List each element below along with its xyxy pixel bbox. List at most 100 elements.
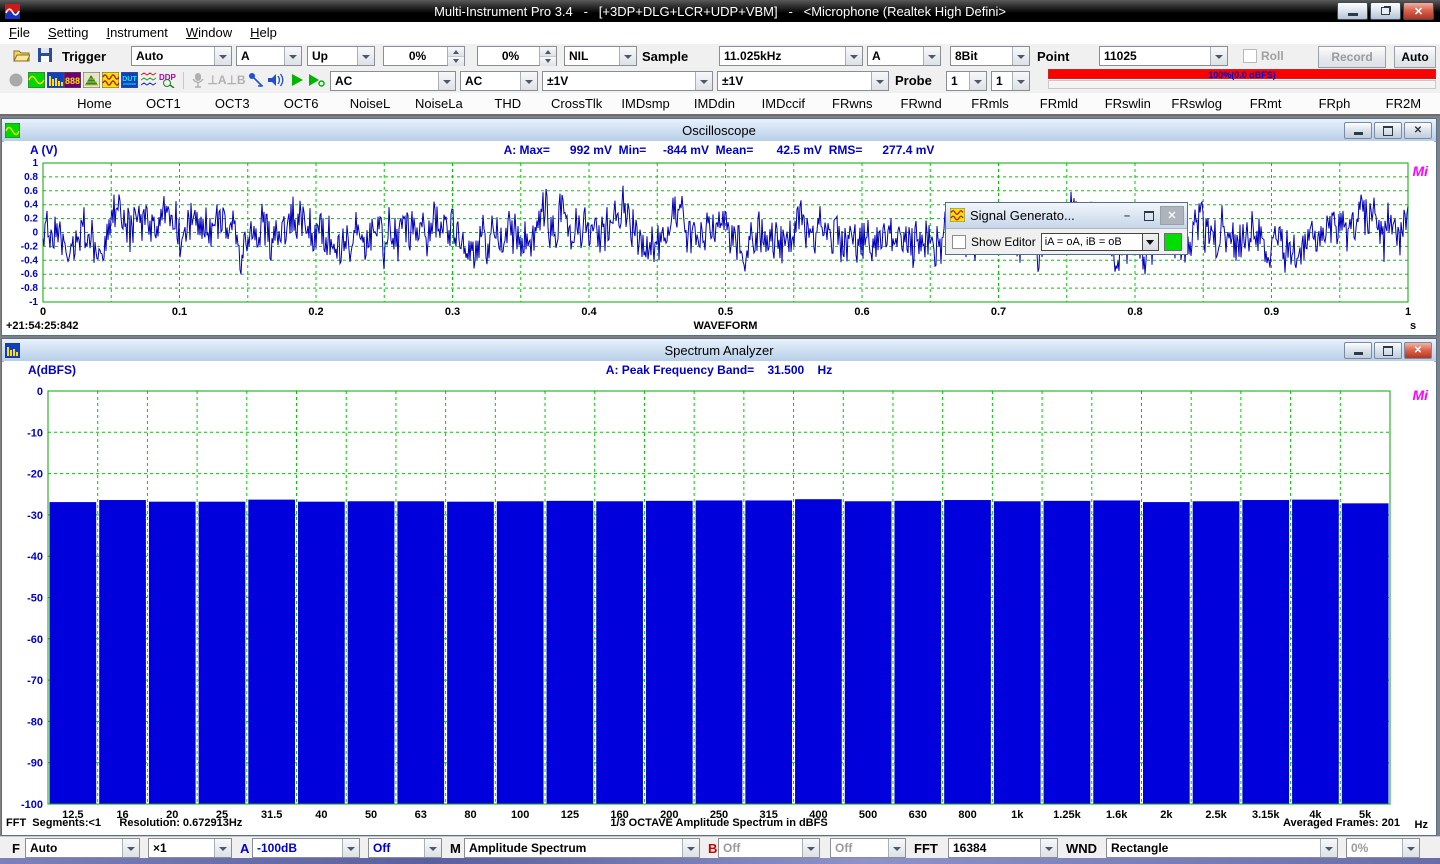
tab-imddin[interactable]: IMDdin bbox=[680, 93, 749, 114]
oscilloscope-icon[interactable] bbox=[27, 71, 45, 89]
minimize-button[interactable] bbox=[1344, 342, 1372, 359]
maximize-button[interactable] bbox=[1138, 207, 1160, 224]
record-points-select[interactable]: 11025 bbox=[1099, 46, 1228, 66]
tab-oct6[interactable]: OCT6 bbox=[267, 93, 336, 114]
frequency-mode-select[interactable]: Auto bbox=[25, 838, 140, 858]
chevron-down-icon bbox=[871, 72, 888, 90]
roll-checkbox[interactable]: Roll bbox=[1243, 49, 1284, 63]
restore-button[interactable] bbox=[1370, 2, 1401, 20]
microphone-icon[interactable] bbox=[189, 71, 207, 89]
coupling-b-select[interactable]: AC bbox=[460, 71, 538, 91]
spectrum-window-controls: ✕ bbox=[1344, 342, 1432, 359]
svg-text:0.6: 0.6 bbox=[854, 306, 869, 318]
trigger-toolbar: Trigger Auto A Up 0% 0% NIL Sample 11.02… bbox=[0, 44, 1440, 69]
save-button[interactable] bbox=[36, 46, 54, 64]
routing-select[interactable]: iA = oA, iB = oB bbox=[1041, 233, 1159, 251]
tab-oct3[interactable]: OCT3 bbox=[198, 93, 267, 114]
range-b-select[interactable]: ±1V bbox=[717, 71, 889, 91]
trigger-level-stepper[interactable]: 0% bbox=[383, 46, 465, 66]
spectrum-analyzer-icon[interactable] bbox=[46, 71, 64, 89]
close-button[interactable]: ✕ bbox=[1404, 342, 1432, 359]
chevron-down-icon bbox=[695, 72, 712, 90]
auto-button[interactable]: Auto bbox=[1394, 46, 1436, 68]
tab-imdccif[interactable]: IMDccif bbox=[749, 93, 818, 114]
svg-text:1: 1 bbox=[1405, 306, 1411, 318]
close-button[interactable]: ✕ bbox=[1160, 206, 1184, 225]
trigger-source-select[interactable]: A bbox=[236, 46, 302, 66]
probe-calibrate-b-icon[interactable]: ⊥B bbox=[227, 71, 245, 89]
minimize-button[interactable]: – bbox=[1116, 207, 1138, 224]
x-scale-select[interactable]: ×1 bbox=[148, 838, 232, 858]
a-shift-select[interactable]: Off bbox=[368, 838, 442, 858]
sampling-bits-select[interactable]: 8Bit bbox=[950, 46, 1030, 66]
probe-a-select[interactable]: 1 bbox=[946, 71, 987, 91]
speaker-icon[interactable] bbox=[266, 71, 284, 89]
range-a-select[interactable]: ±1V bbox=[542, 71, 713, 91]
signal-generator-icon[interactable] bbox=[101, 71, 119, 89]
tab-frswlin[interactable]: FRswlin bbox=[1093, 93, 1162, 114]
record-button[interactable]: Record bbox=[1318, 46, 1386, 68]
menu-help[interactable]: Help bbox=[241, 22, 286, 43]
run-icon[interactable] bbox=[288, 71, 306, 89]
close-button[interactable]: ✕ bbox=[1403, 2, 1434, 20]
tab-frph[interactable]: FRph bbox=[1300, 93, 1369, 114]
trigger-mode-select[interactable]: Auto bbox=[131, 46, 232, 66]
show-editor-checkbox[interactable] bbox=[952, 235, 966, 249]
probe-label: Probe bbox=[895, 73, 932, 88]
view-mode-select[interactable]: Amplitude Spectrum bbox=[464, 838, 700, 858]
tab-crosstlk[interactable]: CrossTlk bbox=[542, 93, 611, 114]
tab-frmt[interactable]: FRmt bbox=[1231, 93, 1300, 114]
stepper-arrows[interactable] bbox=[447, 47, 464, 65]
toolbar-separator bbox=[183, 72, 184, 89]
device-test-plan-icon[interactable]: DUT bbox=[120, 71, 138, 89]
tab-frmls[interactable]: FRmls bbox=[956, 93, 1025, 114]
menu-setting[interactable]: Setting bbox=[39, 22, 97, 43]
open-file-button[interactable] bbox=[12, 46, 30, 64]
tab-thd[interactable]: THD bbox=[473, 93, 542, 114]
generator-run-button[interactable] bbox=[1164, 233, 1182, 251]
sound-card-calibrate-icon[interactable] bbox=[247, 71, 265, 89]
run-loop-icon[interactable] bbox=[307, 71, 325, 89]
spectrum-3d-plot-icon[interactable] bbox=[82, 71, 100, 89]
ddp-viewer-icon[interactable]: DDP bbox=[158, 71, 176, 89]
probe-calibrate-a-icon[interactable]: ⊥A bbox=[208, 71, 226, 89]
tab-frmld[interactable]: FRmld bbox=[1024, 93, 1093, 114]
tab-frswlog[interactable]: FRswlog bbox=[1162, 93, 1231, 114]
tab-imdsmp[interactable]: IMDsmp bbox=[611, 93, 680, 114]
svg-text:-30: -30 bbox=[27, 510, 43, 522]
menu-window[interactable]: Window bbox=[177, 22, 241, 43]
menu-file[interactable]: File bbox=[0, 22, 39, 43]
record-indicator-icon[interactable] bbox=[7, 71, 25, 89]
menu-instrument[interactable]: Instrument bbox=[97, 22, 176, 43]
sampling-rate-select[interactable]: 11.025kHz bbox=[719, 46, 863, 66]
maximize-button[interactable] bbox=[1374, 122, 1402, 139]
trigger-frequency-select[interactable]: NIL bbox=[564, 46, 637, 66]
a-range-select[interactable]: -100dB bbox=[252, 838, 360, 858]
overlap-select[interactable]: 0% bbox=[1346, 838, 1420, 858]
minimize-button[interactable] bbox=[1344, 122, 1372, 139]
sampling-channel-select[interactable]: A bbox=[867, 46, 941, 66]
coupling-a-select[interactable]: AC bbox=[330, 71, 456, 91]
probe-b-select[interactable]: 1 bbox=[991, 71, 1030, 91]
maximize-button[interactable] bbox=[1374, 342, 1402, 359]
close-icon: ✕ bbox=[1167, 209, 1176, 222]
multimeter-icon[interactable]: 888 bbox=[63, 71, 81, 89]
window-function-select[interactable]: Rectangle bbox=[1106, 838, 1338, 858]
tab-noisela[interactable]: NoiseLa bbox=[404, 93, 473, 114]
tab-fr2m[interactable]: FR2M bbox=[1369, 93, 1438, 114]
tab-frwns[interactable]: FRwns bbox=[818, 93, 887, 114]
tab-home[interactable]: Home bbox=[60, 93, 129, 114]
tab-frwnd[interactable]: FRwnd bbox=[887, 93, 956, 114]
fft-size-select[interactable]: 16384 bbox=[948, 838, 1058, 858]
b-shift-select[interactable]: Off bbox=[830, 838, 906, 858]
tab-oct1[interactable]: OCT1 bbox=[129, 93, 198, 114]
b-range-select[interactable]: Off bbox=[718, 838, 820, 858]
derived-data-curves-icon[interactable] bbox=[139, 71, 157, 89]
tab-noisel[interactable]: NoiseL bbox=[336, 93, 405, 114]
close-button[interactable]: ✕ bbox=[1404, 122, 1432, 139]
oscilloscope-plot: 10.80.60.40.20-0.2-0.4-0.6-0.8-100.10.20… bbox=[4, 159, 1436, 333]
trigger-edge-select[interactable]: Up bbox=[307, 46, 375, 66]
trigger-delay-stepper[interactable]: 0% bbox=[477, 46, 557, 66]
stepper-arrows[interactable] bbox=[539, 47, 556, 65]
minimize-button[interactable] bbox=[1337, 2, 1368, 20]
